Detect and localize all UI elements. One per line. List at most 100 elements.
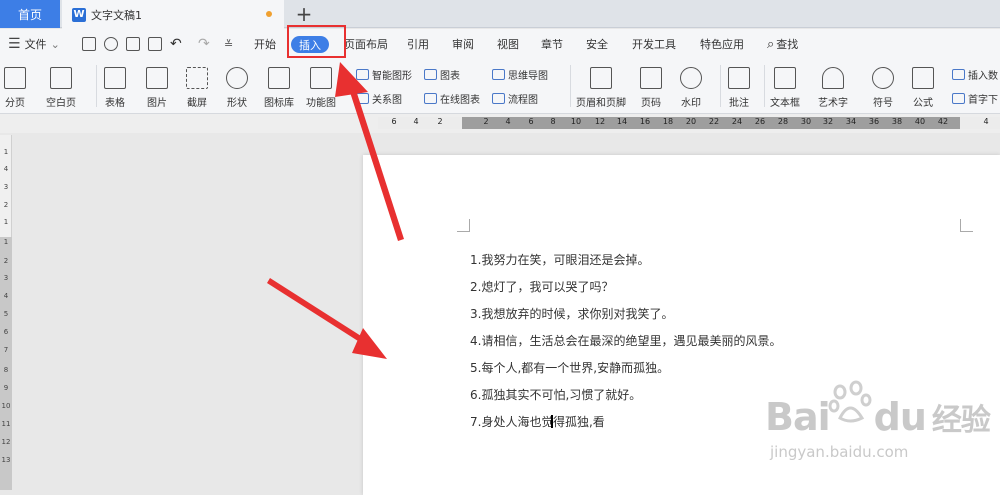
icon-library-icon [268,67,290,89]
screenshot-button[interactable]: 截屏 [186,67,208,109]
picture-label: 图片 [147,98,167,109]
ruler-tick-label: 10 [570,117,582,126]
watermark-site: 经验 [931,403,991,438]
ruler-tick-label: 13 [1,456,11,464]
ruler-tick-label: 2 [437,117,443,126]
divider [720,65,721,107]
formula-label: 公式 [913,98,933,109]
ruler-tick-label: 8 [3,366,9,374]
tab-start[interactable]: 开始 [254,29,276,59]
ruler-tick-label: 10 [1,402,11,410]
ruler-tick-label: 4 [983,117,989,126]
text-before-cursor: 7.身处人海也觉 [470,415,554,429]
formula-button[interactable]: 公式 [912,67,934,109]
text-line[interactable]: 1.我努力在笑，可眼泪还是会掉。 [470,251,649,268]
relation-button[interactable]: 关系图 [356,91,402,106]
symbol-button[interactable]: 符号 [872,67,894,109]
undo-icon[interactable]: ↶ [170,29,182,59]
customize-chevron-icon[interactable]: ≚ [224,29,233,59]
tab-section[interactable]: 章节 [541,29,563,59]
watermark-brand: Bai [765,395,831,439]
ruler-tick-label: 4 [505,117,511,126]
tab-special[interactable]: 特色应用 [700,29,744,59]
function-chart-label: 功能图 [306,98,336,109]
picture-button[interactable]: 图片 [146,67,168,109]
mindmap-button[interactable]: 思维导图 [492,67,548,82]
shape-icon [226,67,248,89]
tab-page-layout[interactable]: 页面布局 [344,29,388,59]
ruler-tick-label: 2 [3,201,9,209]
ruler-tick-label: 11 [1,420,11,428]
ruler-tick-label: 16 [639,117,651,126]
symbol-icon [872,67,894,89]
divider [96,65,97,107]
icon-library-button[interactable]: 图标库 [264,67,294,109]
format-painter-icon[interactable] [104,37,118,51]
chart-button[interactable]: 图表 [424,67,460,82]
ruler-tick-label: 8 [550,117,556,126]
chevron-down-icon: ⌄ [50,37,60,51]
text-line[interactable]: 3.我想放弃的时候，求你别对我笑了。 [470,305,673,322]
page-number-label: 页码 [641,98,661,109]
wordart-button[interactable]: 艺术字 [818,67,848,109]
screenshot-label: 截屏 [187,98,207,109]
page-number-button[interactable]: 页码 [640,67,662,109]
ruler-tick-label: 3 [3,183,9,191]
search-command[interactable]: ⌕ 查找 [767,29,798,59]
document-tab[interactable]: W 文字文稿1 [62,0,284,29]
save-icon[interactable] [82,37,96,51]
function-chart-button[interactable]: 功能图 [306,67,336,109]
textbox-icon [774,67,796,89]
drop-cap-button[interactable]: 首字下 [952,91,998,106]
ruler-tick-label: 12 [594,117,606,126]
tab-view[interactable]: 视图 [497,29,519,59]
text-line[interactable]: 5.每个人,都有一个世界,安静而孤独。 [470,359,669,376]
ruler-tick-label: 36 [868,117,880,126]
ruler-tick-label: 4 [413,117,419,126]
chart-label: 图表 [440,71,460,82]
tab-developer[interactable]: 开发工具 [632,29,676,59]
ruler-tick-label: 4 [3,165,9,173]
highlight-box [287,25,346,58]
header-footer-label: 页眉和页脚 [576,98,626,109]
insert-number-button[interactable]: 插入数 [952,67,998,82]
ruler-tick-label: 4 [3,292,9,300]
ruler-tick-label: 2 [3,257,9,265]
comment-button[interactable]: 批注 [728,67,750,109]
print-icon[interactable] [126,37,140,51]
tab-review[interactable]: 审阅 [452,29,474,59]
ruler-tick-label: 5 [3,310,9,318]
picture-icon [146,67,168,89]
watermark-button[interactable]: 水印 [680,67,702,109]
print-preview-icon[interactable] [148,37,162,51]
text-line[interactable]: 2.熄灯了，我可以哭了吗？ [470,278,613,295]
redo-icon[interactable]: ↷ [198,29,210,59]
text-line[interactable]: 6.孤独其实不可怕,习惯了就好。 [470,386,641,403]
search-label: 查找 [776,38,799,51]
file-menu[interactable]: ☰ 文件 ⌄ [8,29,60,59]
drop-cap-label: 首字下 [968,95,998,106]
wordart-label: 艺术字 [818,98,848,109]
online-chart-button[interactable]: 在线图表 [424,91,480,106]
tab-references[interactable]: 引用 [407,29,429,59]
ruler-tick-label: 6 [528,117,534,126]
new-tab-button[interactable]: + [292,2,316,26]
shape-button[interactable]: 形状 [226,67,248,109]
margin-corner [960,219,973,232]
textbox-label: 文本框 [770,98,800,109]
text-line[interactable]: 4.请相信，生活总会在最深的绝望里，遇见最美丽的风景。 [470,332,781,349]
table-button[interactable]: 表格 [104,67,126,109]
text-line[interactable]: 7.身处人海也觉得孤独,看 [470,413,605,430]
home-tab[interactable]: 首页 [0,0,60,28]
arrow-right-shaft [267,278,372,348]
header-footer-button[interactable]: 页眉和页脚 [576,67,626,109]
smart-graphic-button[interactable]: 智能图形 [356,67,412,82]
flowchart-button[interactable]: 流程图 [492,91,538,106]
page-break-icon [4,67,26,89]
blank-page-button[interactable]: 空白页 [46,67,76,109]
ruler-tick-label: 42 [937,117,949,126]
tab-security[interactable]: 安全 [586,29,608,59]
page-break-button[interactable]: 分页 [4,67,26,109]
ruler-tick-label: 34 [845,117,857,126]
textbox-button[interactable]: 文本框 [770,67,800,109]
